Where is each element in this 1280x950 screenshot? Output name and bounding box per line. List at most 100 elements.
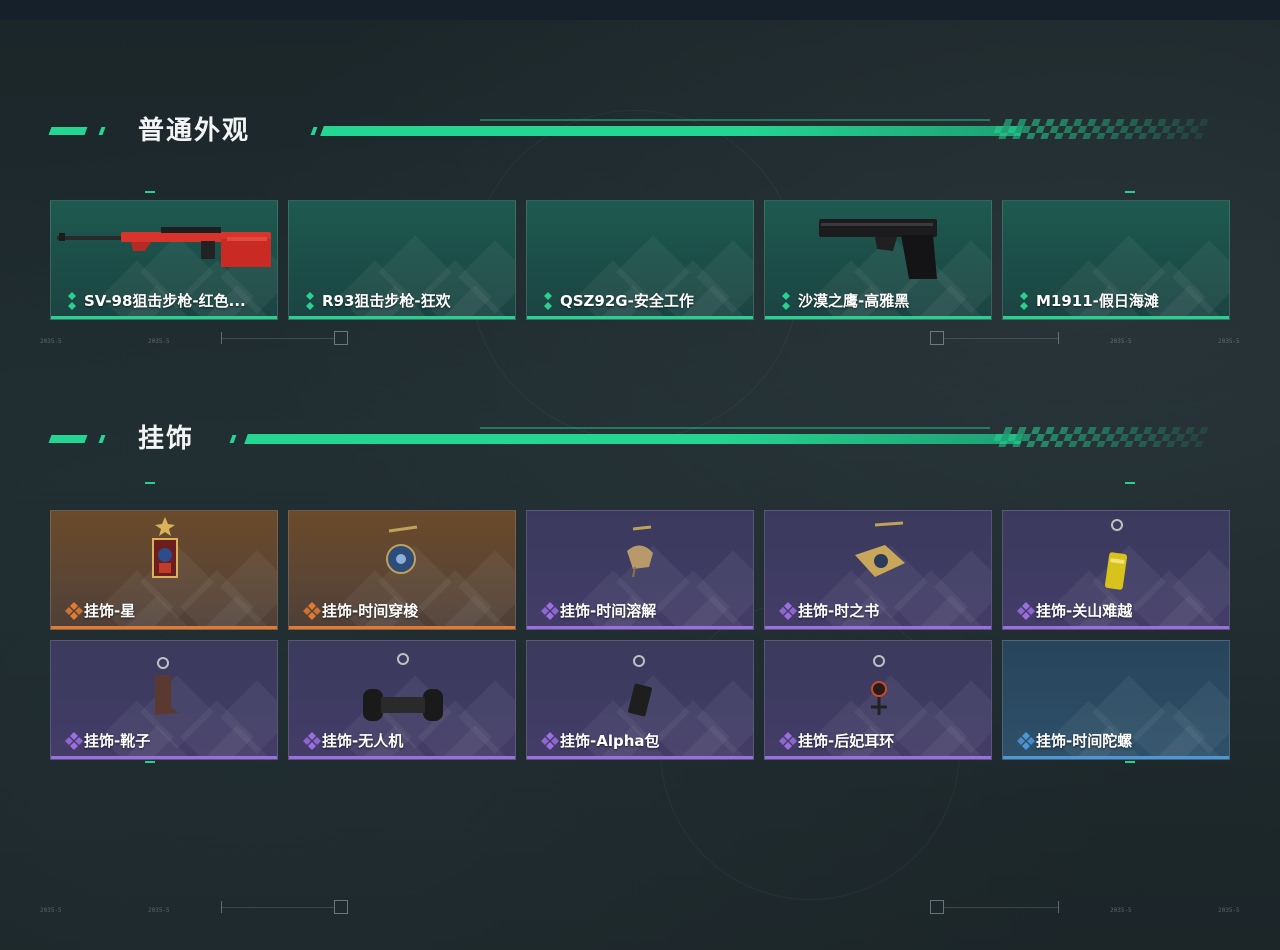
- item-label: 挂饰-时间穿梭: [322, 602, 419, 620]
- rarity-purple-icon: [302, 731, 321, 751]
- rarity-bar: [1003, 756, 1229, 759]
- rarity-orange-icon: [64, 601, 83, 621]
- deco-text: 2035-5: [1110, 338, 1132, 345]
- deco-line: [944, 907, 1058, 908]
- deco-text: 2035-5: [1110, 907, 1132, 914]
- item-card[interactable]: M1911-假日海滩: [1002, 200, 1230, 320]
- item-card[interactable]: R93狙击步枪-狂欢: [288, 200, 516, 320]
- rarity-purple-icon: [64, 731, 83, 751]
- item-card[interactable]: 挂饰-关山难越: [1002, 510, 1230, 630]
- deco-text: 2035-5: [1218, 338, 1240, 345]
- deco-green-tick: [1125, 761, 1135, 763]
- deco-text: 2035-5: [148, 907, 170, 914]
- section-header-skins: 普通外观: [48, 116, 1209, 146]
- rarity-bar: [527, 316, 753, 319]
- item-label: 沙漠之鹰-高雅黑: [798, 292, 910, 310]
- header-lead-bar: [48, 127, 88, 135]
- rarity-purple-icon: [778, 731, 797, 751]
- header-main-bar: [320, 126, 1024, 136]
- rarity-green-icon: [778, 291, 794, 311]
- rarity-purple-icon: [1016, 601, 1035, 621]
- item-label: 挂饰-靴子: [84, 732, 151, 750]
- item-card[interactable]: 挂饰-星: [50, 510, 278, 630]
- deco-text: 2035-5: [40, 907, 62, 914]
- rarity-bar: [289, 316, 515, 319]
- item-card[interactable]: 挂饰-Alpha包: [526, 640, 754, 760]
- rarity-purple-icon: [540, 731, 559, 751]
- item-label: 挂饰-Alpha包: [560, 732, 660, 750]
- top-strip: [0, 0, 1280, 20]
- rarity-bar: [289, 756, 515, 759]
- rarity-green-icon: [64, 291, 80, 311]
- rarity-bar: [51, 756, 277, 759]
- item-card[interactable]: 挂饰-时之书: [764, 510, 992, 630]
- deco-green-tick: [145, 482, 155, 484]
- item-label: 挂饰-时间溶解: [560, 602, 657, 620]
- deco-line: [222, 338, 334, 339]
- item-card[interactable]: 挂饰-时间陀螺: [1002, 640, 1230, 760]
- header-checker-pattern: [991, 119, 1209, 139]
- item-card[interactable]: 挂饰-时间溶解: [526, 510, 754, 630]
- deco-text: 2035-5: [40, 338, 62, 345]
- header-thin-line: [480, 119, 990, 121]
- rarity-bar: [765, 756, 991, 759]
- header-pre-tick: [229, 435, 237, 443]
- item-card[interactable]: 挂饰-无人机: [288, 640, 516, 760]
- deco-square: [930, 331, 944, 345]
- item-label: 挂饰-时之书: [798, 602, 880, 620]
- header-main-bar: [244, 434, 1024, 444]
- section-title: 普通外观: [138, 116, 251, 146]
- item-label: R93狙击步枪-狂欢: [322, 292, 451, 310]
- rarity-green-icon: [302, 291, 318, 311]
- deco-green-tick: [145, 761, 155, 763]
- deco-line: [222, 907, 334, 908]
- rarity-bar: [289, 626, 515, 629]
- rarity-bar: [51, 316, 277, 319]
- item-card[interactable]: 挂饰-时间穿梭: [288, 510, 516, 630]
- rarity-purple-icon: [778, 601, 797, 621]
- item-card[interactable]: QSZ92G-安全工作: [526, 200, 754, 320]
- rarity-blue-icon: [1016, 731, 1035, 751]
- header-thin-line: [480, 427, 990, 429]
- item-label: M1911-假日海滩: [1036, 292, 1159, 310]
- deco-text: 2035-5: [148, 338, 170, 345]
- deco-square: [930, 900, 944, 914]
- rarity-purple-icon: [540, 601, 559, 621]
- deco-tick: [221, 901, 222, 913]
- rarity-green-icon: [1016, 291, 1032, 311]
- rarity-bar: [765, 316, 991, 319]
- rarity-bar: [527, 626, 753, 629]
- rarity-orange-icon: [302, 601, 321, 621]
- rarity-bar: [1003, 316, 1229, 319]
- item-label: QSZ92G-安全工作: [560, 292, 694, 310]
- header-lead-tick: [98, 435, 106, 443]
- deco-green-tick: [1125, 482, 1135, 484]
- item-card[interactable]: 挂饰-后妃耳环: [764, 640, 992, 760]
- item-card[interactable]: 挂饰-靴子: [50, 640, 278, 760]
- section-header-charms: 挂饰: [48, 424, 1209, 454]
- deco-line: [944, 338, 1058, 339]
- rarity-bar: [51, 626, 277, 629]
- rarity-bar: [1003, 626, 1229, 629]
- item-card[interactable]: 沙漠之鹰-高雅黑: [764, 200, 992, 320]
- item-label: 挂饰-星: [84, 602, 136, 620]
- rarity-bar: [765, 626, 991, 629]
- deco-text: 2035-5: [1218, 907, 1240, 914]
- header-lead-bar: [48, 435, 88, 443]
- deco-square: [334, 331, 348, 345]
- deco-green-tick: [145, 191, 155, 193]
- item-label: 挂饰-时间陀螺: [1036, 732, 1133, 750]
- item-card[interactable]: SV-98狙击步枪-红色...: [50, 200, 278, 320]
- item-label: 挂饰-关山难越: [1036, 602, 1133, 620]
- rarity-bar: [527, 756, 753, 759]
- item-label: SV-98狙击步枪-红色...: [84, 292, 246, 310]
- rarity-green-icon: [540, 291, 556, 311]
- item-label: 挂饰-后妃耳环: [798, 732, 895, 750]
- deco-square: [334, 900, 348, 914]
- deco-tick: [1058, 332, 1059, 344]
- deco-tick: [221, 332, 222, 344]
- section-title: 挂饰: [138, 424, 195, 454]
- item-label: 挂饰-无人机: [322, 732, 404, 750]
- deco-green-tick: [1125, 191, 1135, 193]
- header-pre-tick: [310, 127, 318, 135]
